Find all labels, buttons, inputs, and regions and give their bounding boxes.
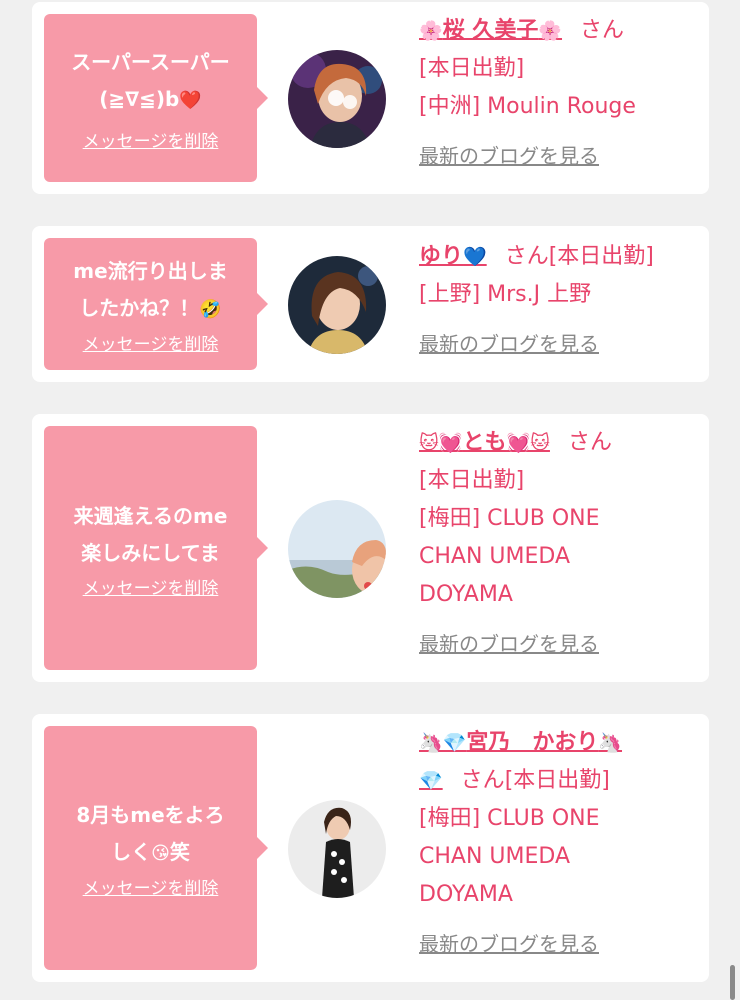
shop-name-line: DOYAMA xyxy=(419,882,513,907)
attendance-status: [本日出勤] xyxy=(548,244,654,269)
attendance-status: [本日出勤] xyxy=(504,768,610,793)
profile-name-link[interactable]: ゆり💙 xyxy=(419,244,487,269)
gem-icon: 💎 xyxy=(419,770,443,792)
blossom-icon: 🌸 xyxy=(538,20,563,42)
delete-message-link[interactable]: メッセージを削除 xyxy=(83,330,219,355)
message-bubble: 8月もmeをよろ しく😘笑 メッセージを削除 xyxy=(44,726,268,970)
message-bubble: me流行り出しま したかね？！🤣 メッセージを削除 xyxy=(44,238,268,370)
shop-name-line: DOYAMA xyxy=(419,582,513,607)
message-card: 8月もmeをよろ しく😘笑 メッセージを削除 🦄💎宮乃 かおり🦄 💎 さん[本日… xyxy=(32,714,709,982)
honorific: さん xyxy=(580,18,625,43)
shop-name: [中洲] Moulin Rouge xyxy=(419,94,636,119)
latest-blog-link[interactable]: 最新のブログを見る xyxy=(419,328,599,357)
message-card: 来週逢えるのme 楽しみにしてま メッセージを削除 🐱💓とも💓🐱 さん [本日出勤… xyxy=(32,414,709,682)
latest-blog-link[interactable]: 最新のブログを見る xyxy=(419,140,599,169)
profile-info: 🌸桜 久美子🌸 さん [本日出勤] [中洲] Moulin Rouge 最新のブロ… xyxy=(419,12,704,169)
delete-message-link[interactable]: メッセージを削除 xyxy=(83,574,219,599)
avatar[interactable] xyxy=(288,256,386,354)
laughing-emoji: 🤣 xyxy=(199,299,222,320)
message-card: スーパースーパー (≧∇≦)b❤️ メッセージを削除 🌸桜 久美子🌸 さん [本日… xyxy=(32,2,709,194)
message-bubble: スーパースーパー (≧∇≦)b❤️ メッセージを削除 xyxy=(44,14,268,182)
avatar[interactable] xyxy=(288,800,386,898)
attendance-status: [本日出勤] xyxy=(419,56,525,81)
profile-name-link[interactable]: 🌸桜 久美子🌸 xyxy=(419,18,562,43)
unicorn-gem-icon: 🦄💎 xyxy=(419,732,467,754)
delete-message-link[interactable]: メッセージを削除 xyxy=(83,874,219,899)
profile-name-link[interactable]: 🦄💎宮乃 かおり🦄 xyxy=(419,730,622,755)
shop-name-line: CHAN UMEDA xyxy=(419,844,570,869)
message-text: me流行り出しま したかね？！🤣 xyxy=(73,259,228,320)
latest-blog-link[interactable]: 最新のブログを見る xyxy=(419,628,599,657)
unicorn-icon: 🦄 xyxy=(598,732,623,754)
heart-cat-icon: 💓🐱 xyxy=(506,432,550,454)
blossom-icon: 🌸 xyxy=(419,20,443,42)
honorific: さん xyxy=(460,768,505,793)
scrollbar[interactable] xyxy=(730,965,735,1000)
message-card: me流行り出しま したかね？！🤣 メッセージを削除 ゆり💙 さん[本日出勤] [上… xyxy=(32,226,709,382)
profile-info: ゆり💙 さん[本日出勤] [上野] Mrs.J 上野 最新のブログを見る xyxy=(419,238,704,357)
latest-blog-link[interactable]: 最新のブログを見る xyxy=(419,928,599,957)
kiss-emoji: 😘 xyxy=(151,843,170,864)
profile-info: 🐱💓とも💓🐱 さん [本日出勤] [梅田] CLUB ONE CHAN UMEDA… xyxy=(419,424,704,657)
blue-heart-icon: 💙 xyxy=(463,246,487,268)
honorific: さん xyxy=(567,430,612,455)
message-text: 8月もmeをよろ しく😘笑 xyxy=(76,803,225,864)
delete-message-link[interactable]: メッセージを削除 xyxy=(83,127,219,152)
message-feed: スーパースーパー (≧∇≦)b❤️ メッセージを削除 🌸桜 久美子🌸 さん [本日… xyxy=(0,0,740,1000)
profile-name-link[interactable]: 🐱💓とも💓🐱 xyxy=(419,430,550,455)
attendance-status: [本日出勤] xyxy=(419,468,525,493)
message-text: 来週逢えるのme 楽しみにしてま xyxy=(73,503,228,565)
heart-emoji: ❤️ xyxy=(179,90,202,111)
profile-info: 🦄💎宮乃 かおり🦄 💎 さん[本日出勤] [梅田] CLUB ONE CHAN U… xyxy=(419,724,704,957)
profile-name-link[interactable]: 💎 xyxy=(419,768,443,793)
honorific: さん xyxy=(504,244,549,269)
avatar[interactable] xyxy=(288,50,386,148)
shop-name-line: CHAN UMEDA xyxy=(419,544,570,569)
shop-name-line: [梅田] CLUB ONE xyxy=(419,506,600,531)
message-text: スーパースーパー (≧∇≦)b❤️ xyxy=(71,50,230,111)
shop-name-line: [梅田] CLUB ONE xyxy=(419,806,600,831)
shop-name: [上野] Mrs.J 上野 xyxy=(419,282,592,307)
cat-heart-icon: 🐱💓 xyxy=(419,432,463,454)
message-bubble: 来週逢えるのme 楽しみにしてま メッセージを削除 xyxy=(44,426,268,670)
avatar[interactable] xyxy=(288,500,386,598)
